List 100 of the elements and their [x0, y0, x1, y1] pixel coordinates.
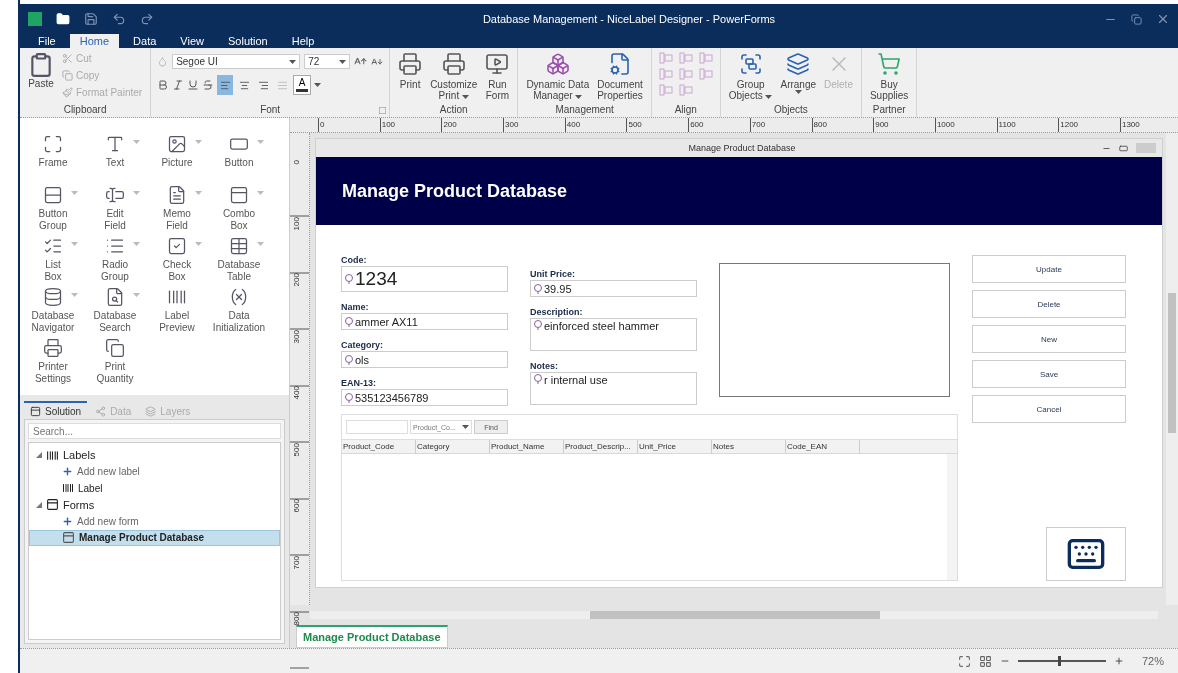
toolbox-item[interactable]: Printer Settings [22, 338, 84, 389]
toolbox-item[interactable]: Label Preview [146, 287, 208, 338]
form-button[interactable]: Delete [972, 290, 1126, 318]
fit-icon[interactable] [957, 654, 971, 668]
menu-tab[interactable]: Help [281, 34, 325, 48]
toolbox-item[interactable]: Frame [22, 134, 84, 185]
grid-icon[interactable] [978, 654, 992, 668]
tree-item[interactable]: Labels [29, 447, 280, 464]
form-button[interactable]: Update [972, 255, 1126, 283]
bold-icon[interactable] [157, 79, 170, 91]
variable-icon [229, 287, 249, 307]
toolbox-item[interactable]: Text [84, 134, 146, 185]
group-label: Partner [872, 104, 906, 117]
keyboard-button[interactable] [1046, 527, 1126, 581]
ribbon-button[interactable]: Buy Supplies [867, 50, 911, 103]
ribbon-button[interactable]: Customize Print [428, 50, 480, 103]
undo-icon[interactable] [112, 12, 126, 26]
ruler-label: 100 [379, 118, 442, 132]
text-field[interactable]: 39.95 [530, 280, 697, 297]
expander-icon[interactable] [36, 501, 42, 508]
form-button[interactable]: Save [972, 360, 1126, 388]
align-left-icon [219, 79, 231, 91]
toolbox-item[interactable]: Database Search [84, 287, 146, 338]
toolbox-item[interactable]: Button [208, 134, 270, 185]
toolbox-item[interactable]: Print Quantity [84, 338, 146, 389]
toolbox-item[interactable]: Data Initialization [208, 287, 270, 338]
menu-tab[interactable]: Home [69, 34, 120, 48]
redo-icon[interactable] [140, 12, 154, 26]
toolbox-item[interactable]: Radio Group [84, 236, 146, 287]
zoom-in-icon[interactable] [1113, 656, 1124, 666]
text-field[interactable]: r internal use [530, 372, 697, 405]
tree-item[interactable]: Add new form [29, 513, 280, 530]
column-header[interactable]: Product_Code [342, 440, 416, 453]
shrink-font-icon[interactable] [371, 55, 384, 68]
italic-icon[interactable] [172, 79, 185, 91]
font-name-select[interactable]: Segoe UI [172, 54, 301, 69]
font-size-select[interactable]: 72 [304, 54, 351, 69]
zoom-thumb[interactable] [1057, 656, 1061, 666]
menu-tab[interactable]: Solution [218, 34, 278, 48]
toolbox-item[interactable]: Button Group [22, 185, 84, 236]
form-button[interactable]: New [972, 325, 1126, 353]
toolbox-item[interactable]: Database Navigator [22, 287, 84, 338]
folder-icon[interactable] [56, 12, 70, 26]
align-justify-icon [276, 79, 288, 91]
ribbon-button[interactable]: Run Form [483, 50, 512, 103]
ribbon-button[interactable]: Arrange [778, 50, 819, 96]
tree-item[interactable]: Manage Product Database [29, 529, 280, 546]
text-field[interactable]: 1234 [341, 266, 508, 292]
maximize-icon[interactable] [1119, 143, 1128, 153]
restore-icon[interactable] [1131, 13, 1142, 25]
ruler-label: 300 [503, 118, 565, 132]
tree-label: Forms [63, 498, 95, 511]
underline-icon[interactable] [187, 79, 200, 91]
text-field[interactable]: ols [341, 351, 508, 368]
menu-tab[interactable]: View [170, 34, 214, 48]
toolbox-item[interactable]: Combo Box [208, 185, 270, 236]
panel-tab[interactable]: Solution [24, 401, 88, 419]
strikethrough-icon[interactable] [202, 79, 215, 91]
column-header[interactable]: Product_Name [490, 440, 564, 453]
scrollbar-thumb[interactable] [590, 611, 880, 619]
column-header[interactable]: Notes [712, 440, 786, 453]
menu-tab[interactable]: Data [123, 34, 167, 48]
paste-button[interactable]: Paste [26, 50, 56, 91]
toolbox-item[interactable]: Database Table [208, 236, 270, 287]
column-header[interactable]: Category [416, 440, 490, 453]
column-header[interactable]: Product_Descrip... [564, 440, 638, 453]
ribbon-button[interactable]: Document Properties [595, 50, 645, 103]
frame-icon [43, 134, 63, 154]
menu-tab[interactable]: File [28, 34, 66, 48]
text-field[interactable]: ammer AX11 [341, 313, 508, 330]
column-header[interactable]: Code_EAN [786, 440, 860, 453]
ruler-label: 200 [290, 273, 309, 330]
tree-item[interactable]: Label [29, 480, 280, 497]
text-field[interactable]: einforced steel hammer [530, 318, 697, 351]
tree-item[interactable]: Forms [29, 496, 280, 513]
ribbon-button[interactable]: Print [396, 50, 425, 92]
scrollbar-thumb[interactable] [1168, 293, 1176, 433]
column-header[interactable]: Unit_Price [638, 440, 712, 453]
ribbon-button[interactable]: Group Objects [726, 50, 775, 103]
toolbox-item[interactable]: Edit Field [84, 185, 146, 236]
toolbox-item[interactable]: List Box [22, 236, 84, 287]
connector-icon [344, 354, 354, 365]
group-label: Action [439, 104, 468, 117]
toolbox-item[interactable]: Memo Field [146, 185, 208, 236]
search-field[interactable]: Search... [28, 423, 281, 439]
printer-icon [398, 52, 423, 76]
form-button[interactable]: Cancel [972, 395, 1126, 423]
save-icon[interactable] [84, 12, 98, 26]
toolbox-item[interactable]: Picture [146, 134, 208, 185]
document-tab[interactable]: Manage Product Database [296, 625, 448, 648]
close-icon[interactable] [1156, 12, 1170, 26]
search-field[interactable] [346, 420, 408, 434]
ribbon-button[interactable]: Dynamic Data Manager [524, 50, 592, 103]
toolbox-item[interactable]: Check Box [146, 236, 208, 287]
tree-item[interactable]: Add new label [29, 463, 280, 480]
expander-icon[interactable] [36, 452, 42, 459]
font-color-button[interactable]: A [293, 75, 312, 95]
align-button[interactable] [217, 75, 234, 95]
scrollbar[interactable] [947, 454, 957, 580]
text-field[interactable]: 535123456789 [341, 389, 508, 406]
